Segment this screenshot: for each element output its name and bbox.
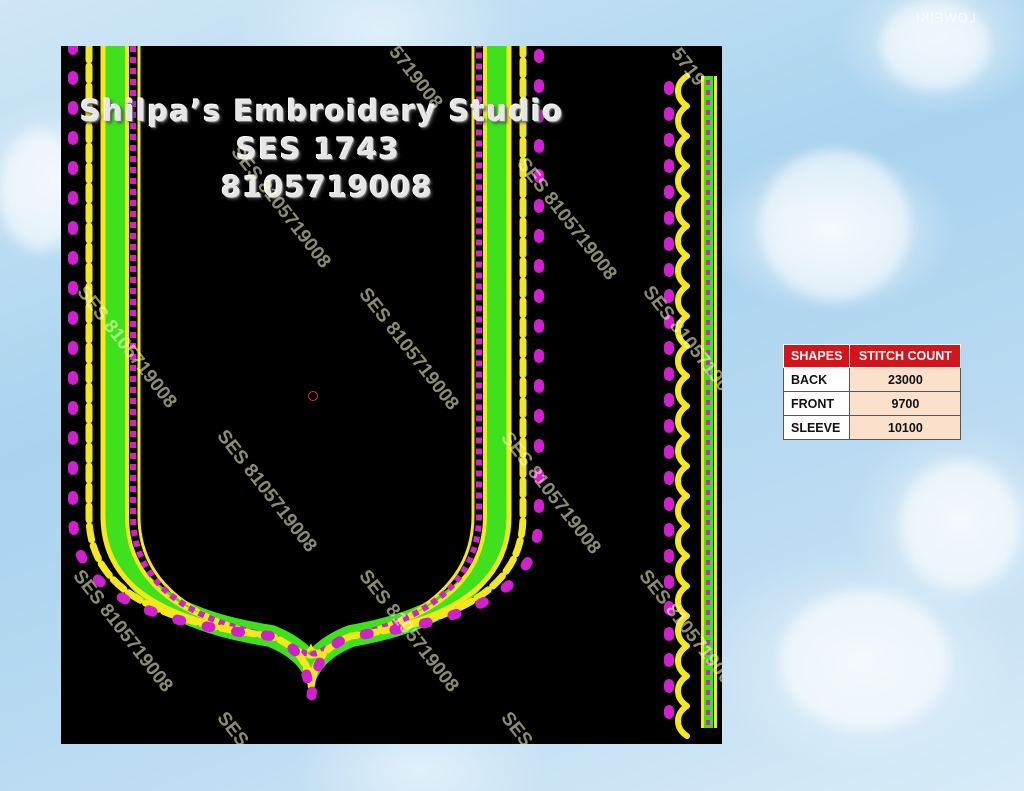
background-flower xyxy=(900,460,1020,590)
sleeve-yellow-line xyxy=(714,76,717,728)
count-cell: 9700 xyxy=(849,391,962,416)
brand-watermark: LOWE|KI xyxy=(915,10,976,25)
shape-cell: BACK xyxy=(782,367,851,392)
table-header-row: SHAPES STITCH COUNT xyxy=(782,344,962,368)
table-row: BACK 23000 xyxy=(782,367,962,392)
background-flower xyxy=(780,590,950,730)
design-code: SES 1743 xyxy=(236,132,401,166)
shape-cell: FRONT xyxy=(782,391,851,416)
studio-name: Shilpa’s Embroidery Studio xyxy=(80,94,564,128)
column-header-stitch-count: STITCH COUNT xyxy=(849,344,962,368)
count-cell: 10100 xyxy=(849,415,962,440)
center-marker-icon xyxy=(308,391,318,401)
background-flower xyxy=(760,150,910,300)
column-header-shapes: SHAPES xyxy=(782,344,851,368)
count-cell: 23000 xyxy=(849,367,962,392)
stitch-count-table: SHAPES STITCH COUNT BACK 23000 FRONT 970… xyxy=(782,344,962,440)
embroidery-design-board: Shilpa’s Embroidery Studio SES 1743 8105… xyxy=(61,46,722,744)
table-row: SLEEVE 10100 xyxy=(782,415,962,440)
shape-cell: SLEEVE xyxy=(782,415,851,440)
table-row: FRONT 9700 xyxy=(782,391,962,416)
